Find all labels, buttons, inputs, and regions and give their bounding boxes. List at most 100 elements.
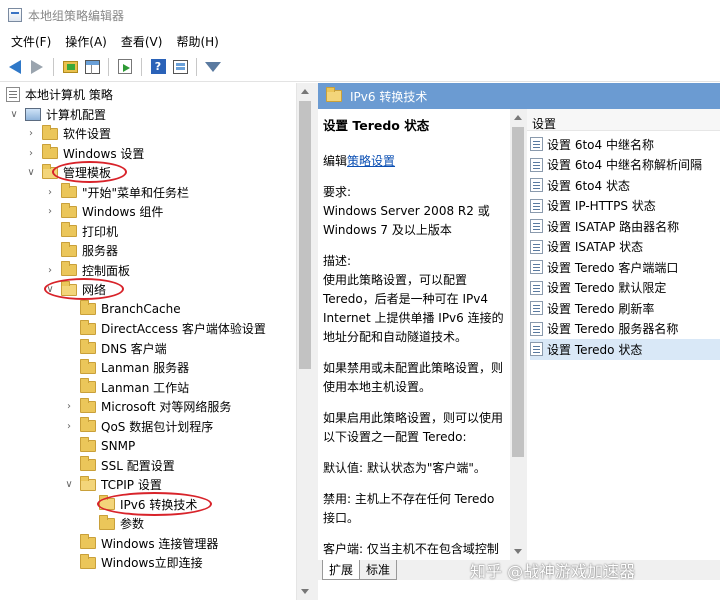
description-paragraph: 禁用: 主机上不存在任何 Teredo 接口。: [323, 492, 495, 525]
chevron-right-icon[interactable]: ›: [63, 420, 75, 432]
chevron-down-icon[interactable]: ∨: [8, 108, 20, 120]
list-item[interactable]: 设置 ISATAP 路由器名称: [530, 216, 720, 237]
chevron-down-icon[interactable]: ∨: [63, 479, 75, 491]
settings-column-header[interactable]: 设置: [527, 109, 720, 131]
list-item[interactable]: 设置 Teredo 刷新率: [530, 298, 720, 319]
tree-item-qos[interactable]: › QoS 数据包计划程序: [63, 417, 213, 437]
back-icon: [9, 59, 21, 74]
tree-scrollbar[interactable]: [296, 83, 313, 600]
window-title: 本地组策略编辑器: [28, 8, 125, 23]
tree-item-branchcache[interactable]: BranchCache: [63, 300, 181, 320]
tree-item-tcpip[interactable]: ∨ TCPIP 设置: [63, 475, 162, 495]
up-folder-icon: [62, 60, 78, 73]
tree-item-win-instant[interactable]: Windows立即连接: [63, 553, 203, 573]
setting-icon: [530, 260, 543, 275]
description-scrollbar[interactable]: [510, 109, 527, 560]
menu-action[interactable]: 操作(A): [58, 33, 114, 50]
list-item[interactable]: 设置 6to4 状态: [530, 175, 720, 196]
tree-item-computer-config[interactable]: ∨ 计算机配置: [8, 105, 106, 125]
chevron-right-icon[interactable]: ›: [25, 147, 37, 159]
tree-item-directaccess[interactable]: DirectAccess 客户端体验设置: [63, 319, 266, 339]
tree-item-windows-components[interactable]: › Windows 组件: [44, 202, 163, 222]
menu-bar: 文件(F) 操作(A) 查看(V) 帮助(H): [0, 30, 720, 52]
tree-item-windows-settings[interactable]: › Windows 设置: [25, 144, 144, 164]
up-folder-button[interactable]: [60, 57, 80, 77]
scroll-thumb[interactable]: [299, 101, 311, 369]
list-item[interactable]: 设置 IP-HTTPS 状态: [530, 196, 720, 217]
tree-item-lanman-server[interactable]: Lanman 服务器: [63, 358, 189, 378]
toolbar: ?: [0, 52, 720, 82]
folder-open-icon: [61, 280, 77, 296]
list-item[interactable]: 设置 ISATAP 状态: [530, 237, 720, 258]
tree-item-win-conn-mgr[interactable]: Windows 连接管理器: [63, 534, 218, 554]
menu-file[interactable]: 文件(F): [4, 33, 58, 50]
show-hide-tree-button[interactable]: [82, 57, 102, 77]
menu-view[interactable]: 查看(V): [114, 33, 170, 50]
chevron-right-icon[interactable]: ›: [25, 128, 37, 140]
list-item[interactable]: 设置 Teredo 客户端端口: [530, 257, 720, 278]
setting-icon: [530, 239, 543, 254]
folder-icon: [80, 319, 96, 335]
tree-item-server[interactable]: 服务器: [44, 241, 118, 261]
list-item[interactable]: 设置 Teredo 服务器名称: [530, 319, 720, 340]
list-item[interactable]: 设置 6to4 中继名称: [530, 134, 720, 155]
folder-open-icon: [80, 475, 96, 491]
export-list-icon: [118, 59, 132, 74]
tree-item-control-panel[interactable]: › 控制面板: [44, 261, 130, 281]
chevron-right-icon[interactable]: ›: [63, 401, 75, 413]
chevron-right-icon[interactable]: ›: [44, 186, 56, 198]
chevron-right-icon[interactable]: ›: [44, 264, 56, 276]
edit-policy-link[interactable]: 策略设置: [347, 154, 395, 168]
setting-icon: [530, 137, 543, 152]
tree-item-network[interactable]: ∨ 网络: [44, 280, 106, 300]
toolbar-separator: [196, 57, 197, 76]
toolbar-separator: [53, 57, 54, 76]
scroll-up-icon[interactable]: [514, 115, 522, 120]
tree-item-snmp[interactable]: SNMP: [63, 436, 135, 456]
setting-icon: [530, 219, 543, 234]
scroll-up-icon[interactable]: [301, 89, 309, 94]
tree-item-params[interactable]: 参数: [82, 514, 144, 534]
export-list-button[interactable]: [115, 57, 135, 77]
scroll-thumb[interactable]: [512, 127, 524, 457]
policy-icon: [6, 87, 20, 103]
setting-heading: 设置 Teredo 状态: [323, 118, 430, 133]
scroll-down-icon[interactable]: [301, 589, 309, 594]
tree-item-admin-templates[interactable]: ∨ 管理模板: [25, 163, 111, 183]
tree-item-root[interactable]: 本地计算机 策略: [6, 85, 113, 105]
folder-icon: [61, 202, 77, 218]
tree-item-ssl[interactable]: SSL 配置设置: [63, 456, 175, 476]
tree-item-software[interactable]: › 软件设置: [25, 124, 111, 144]
tree-item-ipv6-transition[interactable]: IPv6 转换技术: [82, 495, 198, 515]
folder-icon: [80, 358, 96, 374]
setting-icon: [530, 178, 543, 193]
view-icon: [172, 59, 188, 74]
menu-help[interactable]: 帮助(H): [169, 33, 225, 50]
computer-icon: [25, 107, 41, 121]
setting-icon: [530, 301, 543, 316]
tree-item-printers[interactable]: 打印机: [44, 222, 118, 242]
tree-item-ms-p2p[interactable]: › Microsoft 对等网络服务: [63, 397, 231, 417]
folder-icon: [80, 534, 96, 550]
scroll-down-icon[interactable]: [514, 549, 522, 554]
folder-icon: [80, 553, 96, 569]
list-item[interactable]: 设置 Teredo 默认限定: [530, 278, 720, 299]
list-item-selected[interactable]: 设置 Teredo 状态: [530, 339, 720, 360]
help-button[interactable]: ?: [148, 57, 168, 77]
list-item[interactable]: 设置 6to4 中继名称解析间隔: [530, 155, 720, 176]
chevron-right-icon[interactable]: ›: [44, 206, 56, 218]
tree-item-dns[interactable]: DNS 客户端: [63, 339, 167, 359]
chevron-down-icon[interactable]: ∨: [25, 167, 37, 179]
back-button[interactable]: [5, 57, 25, 77]
tab-extended[interactable]: 扩展: [322, 560, 361, 580]
folder-icon: [80, 436, 96, 452]
filter-button[interactable]: [203, 57, 223, 77]
tree-item-start-menu[interactable]: › "开始"菜单和任务栏: [44, 183, 189, 203]
chevron-down-icon[interactable]: ∨: [44, 284, 56, 296]
tab-standard[interactable]: 标准: [359, 560, 398, 580]
setting-icon: [530, 198, 543, 213]
tree-item-lanman-workstation[interactable]: Lanman 工作站: [63, 378, 189, 398]
view-button[interactable]: [170, 57, 190, 77]
folder-icon: [80, 397, 96, 413]
forward-button[interactable]: [27, 57, 47, 77]
